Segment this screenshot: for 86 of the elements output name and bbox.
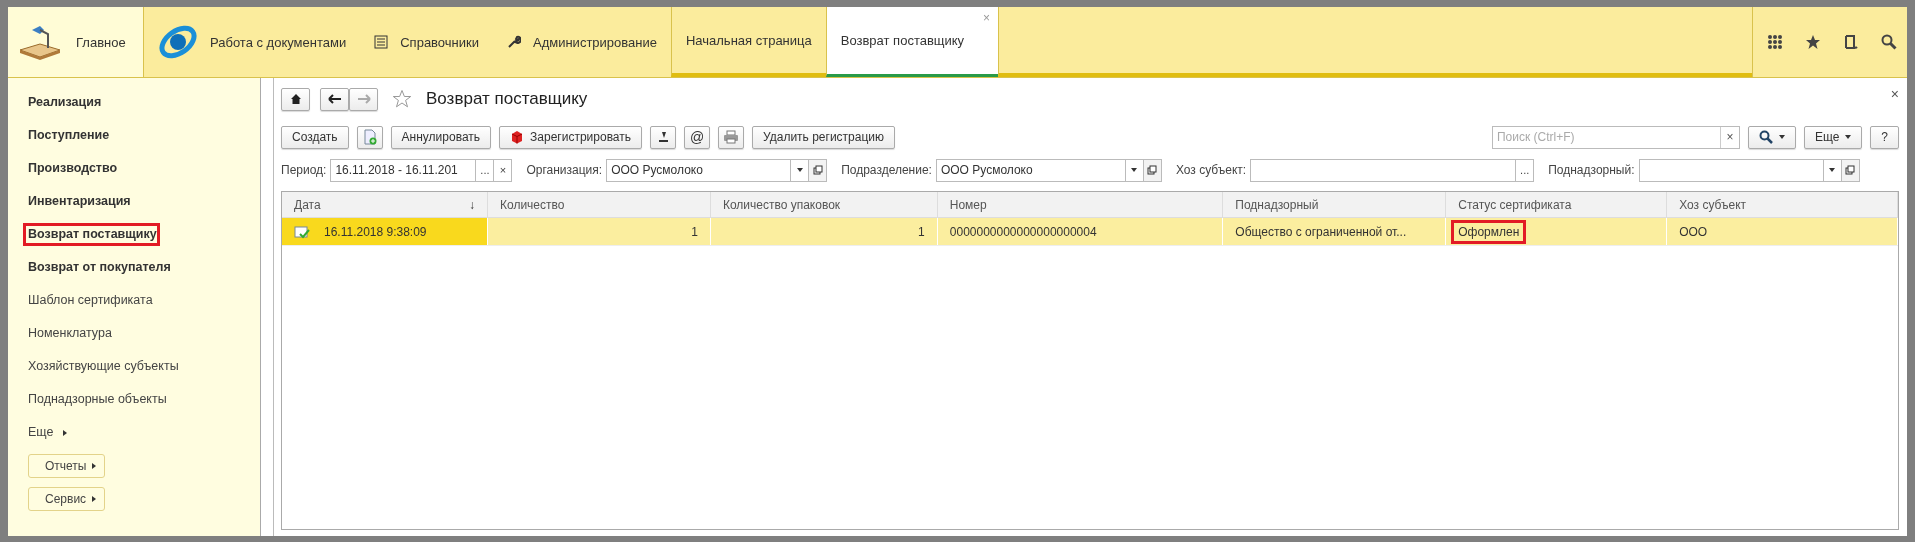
sidebar-item[interactable]: Инвентаризация <box>18 185 139 218</box>
tab[interactable]: Возврат поставщику × <box>825 7 999 77</box>
right-arrow-icon <box>356 94 371 104</box>
filter-label: Хоз субъект: <box>1175 163 1247 177</box>
sidebar-item[interactable]: Шаблон сертификата <box>18 284 161 317</box>
table-cell-text: 1 <box>690 223 699 241</box>
print-button[interactable] <box>718 125 745 149</box>
more-button[interactable]: Еще <box>1803 125 1863 149</box>
column-header[interactable]: Номер <box>937 192 1224 217</box>
left-arrow-icon <box>327 94 342 104</box>
search-field[interactable]: Поиск (Ctrl+F) × <box>1491 125 1740 149</box>
home-button[interactable] <box>281 87 310 111</box>
sidebar-item[interactable]: Производство <box>18 152 126 185</box>
register-button[interactable]: Зарегистрировать <box>499 125 643 149</box>
wrench-icon <box>507 35 521 49</box>
star-icon[interactable] <box>392 89 412 109</box>
filter-label: Организация: <box>526 163 603 177</box>
menu-button[interactable]: Отчеты <box>28 454 106 478</box>
table-cell-text: ООО <box>1678 223 1709 241</box>
annul-button[interactable]: Аннулировать <box>390 125 492 149</box>
filter-label: Период: <box>281 163 327 177</box>
section-link[interactable]: Справочники <box>360 34 493 50</box>
close-icon[interactable]: × <box>1890 86 1899 102</box>
help-button[interactable]: ? <box>1870 125 1899 149</box>
table-cell-text: 16.11.2018 9:38:09 <box>323 223 428 241</box>
section-link[interactable]: Администрирование <box>493 34 671 50</box>
star-icon[interactable] <box>1805 34 1821 50</box>
clear-button[interactable]: × <box>1719 126 1739 148</box>
more-link[interactable]: Еще <box>18 416 58 449</box>
stamp-button[interactable] <box>650 125 677 149</box>
choose-button[interactable]: ... <box>476 158 495 182</box>
column-header[interactable]: Дата ↓ <box>282 192 488 217</box>
desk-lamp-icon <box>18 24 62 60</box>
table-cell-text: Общество с ограниченной от... <box>1234 223 1408 241</box>
open-icon <box>1147 165 1158 175</box>
sidebar-item[interactable]: Возврат от покупателя <box>18 251 179 284</box>
history-icon[interactable] <box>1843 34 1859 50</box>
document-add-icon <box>361 129 378 145</box>
sidebar-item[interactable]: Реализация <box>18 86 110 119</box>
column-header[interactable]: Статус сертификата <box>1446 192 1668 217</box>
cube-icon <box>510 130 525 144</box>
form-title: Возврат поставщику <box>426 89 588 109</box>
filter-label: Поднадзорный: <box>1548 163 1635 177</box>
dropdown-button[interactable] <box>791 158 810 182</box>
printer-icon <box>723 130 740 144</box>
section-link[interactable]: Работа с документами <box>144 22 361 62</box>
grid-icon[interactable] <box>1767 34 1783 50</box>
sidebar-item[interactable]: Возврат поставщику <box>18 218 165 251</box>
table-row[interactable]: 16.11.2018 9:38:09 1 1 0000000000000000000004 Общество с ограниченной от... Оформлен ООО <box>282 218 1898 246</box>
sidebar-item[interactable]: Поднадзорные объекты <box>18 383 175 416</box>
column-header[interactable]: Количество упаковок <box>710 192 938 217</box>
table-cell-text: 0000000000000000000004 <box>948 223 1098 241</box>
table-cell-text: 1 <box>917 223 926 241</box>
sidebar-item[interactable]: Номенклатура <box>18 317 120 350</box>
column-header[interactable]: Количество <box>488 192 711 217</box>
filter-field[interactable] <box>1250 158 1517 182</box>
home-section[interactable]: Главное <box>8 7 144 77</box>
unregister-button[interactable]: Удалить регистрацию <box>752 125 896 149</box>
add-document-button[interactable] <box>356 125 383 149</box>
home-icon <box>289 93 302 105</box>
search-button[interactable] <box>1747 125 1796 149</box>
caret-icon <box>63 429 68 436</box>
menu-button[interactable]: Сервис <box>28 487 106 511</box>
open-icon <box>812 165 823 175</box>
table-cell: Оформлен <box>1451 219 1527 244</box>
sidebar-item[interactable]: Хозяйствующие субъекты <box>18 350 187 383</box>
filter-field[interactable]: ООО Русмолоко <box>606 158 792 182</box>
choose-button[interactable]: ... <box>1516 158 1535 182</box>
open-icon <box>1845 165 1855 175</box>
create-button[interactable]: Создать <box>281 125 349 149</box>
search-icon[interactable] <box>1881 34 1897 50</box>
filter-field[interactable] <box>1638 158 1824 182</box>
stamp-icon <box>656 130 671 144</box>
filter-field[interactable]: 16.11.2018 - 16.11.201 <box>330 158 477 182</box>
back-button[interactable] <box>320 87 349 111</box>
email-button[interactable]: @ <box>684 125 711 149</box>
column-header[interactable]: Поднадзорный <box>1223 192 1447 217</box>
open-button[interactable] <box>809 158 828 182</box>
filter-label: Подразделение: <box>841 163 932 177</box>
search-icon <box>1758 130 1773 144</box>
list-icon <box>374 35 389 49</box>
column-header[interactable]: Хоз субъект <box>1667 192 1898 217</box>
clear-button[interactable]: × <box>494 158 513 182</box>
posted-document-icon <box>294 224 310 239</box>
sidebar-item[interactable]: Поступление <box>18 119 118 152</box>
filter-field[interactable]: ООО Русмолоко <box>935 158 1126 182</box>
